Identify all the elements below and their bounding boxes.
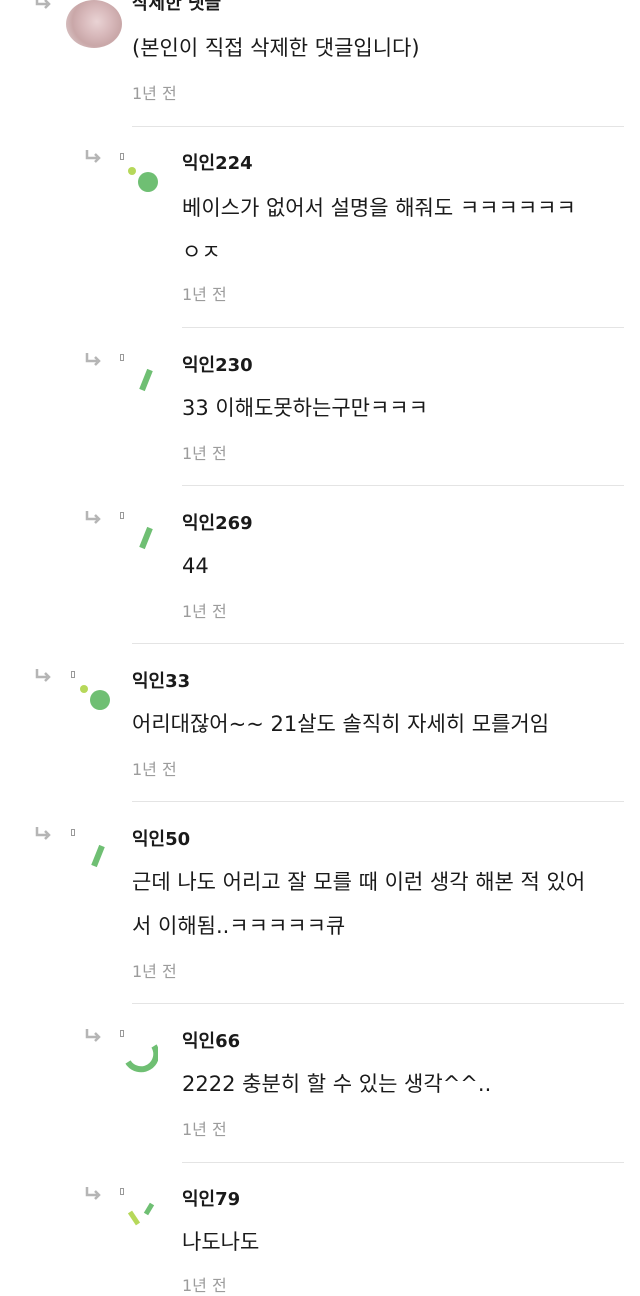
comment-divider [132, 801, 624, 802]
comment-divider [132, 1003, 624, 1004]
reply-arrow-icon [35, 669, 51, 682]
comment-time: 1년 전 [182, 285, 227, 304]
comment-time: 1년 전 [132, 84, 177, 103]
avatar [91, 844, 105, 868]
level-mark-icon [71, 671, 75, 678]
level-mark-icon [120, 153, 124, 160]
comment-divider [182, 1162, 624, 1163]
level-mark-icon [120, 1188, 124, 1195]
avatar [127, 1202, 155, 1226]
level-mark-icon [120, 354, 124, 361]
comment-nickname[interactable]: 익인230 [182, 355, 253, 377]
comment-time: 1년 전 [132, 760, 177, 779]
comment-nickname[interactable]: 익인224 [182, 153, 253, 175]
comment-time: 1년 전 [182, 444, 227, 463]
level-mark-icon [120, 1030, 124, 1037]
comment-nickname[interactable]: 익인66 [182, 1031, 240, 1053]
level-mark-icon [120, 512, 124, 519]
level-mark-icon [71, 829, 75, 836]
comment-nickname[interactable]: 삭제한 댓글 [132, 0, 221, 15]
avatar [80, 685, 110, 710]
comment-text: 베이스가 없어서 설명을 해줘도 ㅋㅋㅋㅋㅋㅋ ㅇㅈ [182, 196, 576, 264]
comment-time: 1년 전 [182, 602, 227, 621]
comment-divider [132, 126, 624, 127]
comment-nickname[interactable]: 익인33 [132, 671, 190, 693]
comment-text: 2222 충분히 할 수 있는 생각^^.. [182, 1072, 492, 1096]
comment-text: 어리대잖어~~ 21살도 솔직히 자세히 모를거임 [132, 712, 550, 736]
comment-text: 나도나도 [182, 1230, 260, 1254]
comment-time: 1년 전 [182, 1120, 227, 1139]
comment-divider [132, 643, 624, 644]
reply-arrow-icon [85, 150, 101, 163]
reply-arrow-icon [35, 827, 51, 840]
avatar [125, 1044, 158, 1073]
comment-text: (본인이 직접 삭제한 댓글입니다) [132, 36, 420, 60]
reply-arrow-icon [85, 353, 101, 366]
reply-arrow-icon [85, 1029, 101, 1042]
comment-nickname[interactable]: 익인269 [182, 513, 253, 535]
avatar [139, 526, 153, 550]
comment-text: 44 [182, 554, 209, 578]
comment-divider [182, 485, 624, 486]
comment-time: 1년 전 [182, 1276, 227, 1295]
comment-text: 33 이해도못하는구만ㅋㅋㅋ [182, 396, 428, 420]
comment-text: 근데 나도 어리고 잘 모를 때 이런 생각 해본 적 있어 서 이해됨..ㅋㅋ… [132, 870, 586, 938]
reply-arrow-icon [85, 1187, 101, 1200]
avatar [128, 167, 158, 192]
comment-nickname[interactable]: 익인50 [132, 829, 190, 851]
reply-arrow-icon [35, 0, 51, 9]
comment-nickname[interactable]: 익인79 [182, 1189, 240, 1211]
avatar [139, 368, 153, 392]
reply-arrow-icon [85, 511, 101, 524]
comment-time: 1년 전 [132, 962, 177, 981]
comment-divider [182, 327, 624, 328]
avatar [66, 0, 122, 48]
